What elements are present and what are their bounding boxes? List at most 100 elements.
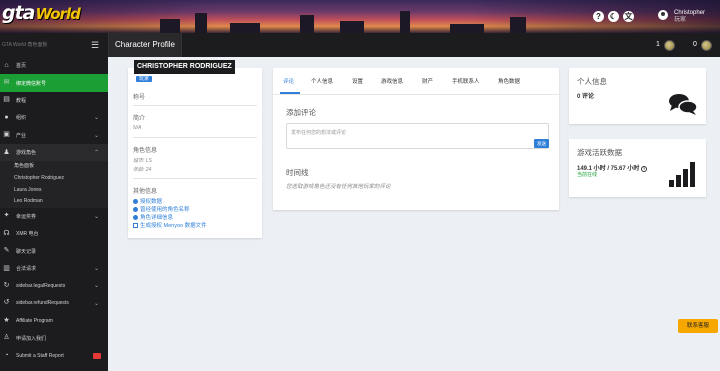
help-icon[interactable]: ?: [593, 11, 604, 22]
chat-icon: ✎: [3, 247, 10, 255]
char-info-label: 角色信息: [133, 148, 158, 154]
comment-count: 0 评论: [577, 94, 595, 100]
info-circle-icon: [133, 214, 138, 220]
divider: [133, 137, 257, 138]
user-menu[interactable]: Christopher 玩家: [674, 10, 705, 23]
contact-support-button[interactable]: 联系客服: [678, 319, 718, 333]
chevron-down-icon: ⌄: [93, 300, 99, 307]
radio-icon: ☊: [3, 229, 10, 237]
sidebar-subitem[interactable]: Laura Jones: [0, 184, 108, 197]
title-label: 称号: [133, 95, 146, 101]
sidebar-item-affiliate[interactable]: ★ Affiliate Program: [0, 312, 108, 329]
user-avatar[interactable]: [658, 10, 668, 20]
sidebar-item-legal[interactable]: ▥ 合法请求 ⌄: [0, 260, 108, 277]
character-name: CHRISTOPHER RODRIGUEZ: [134, 60, 235, 74]
tab-personal[interactable]: 个人信息: [311, 77, 333, 85]
city-value: 城市: LS: [133, 158, 152, 164]
online-status: 当前在线: [577, 172, 598, 178]
banner-building: [340, 21, 364, 33]
user-plus-icon: ♙: [3, 334, 10, 342]
other-info-label: 其他信息: [133, 189, 158, 195]
divider: [133, 105, 257, 106]
sidebar-item-characters[interactable]: ♟ 游戏角色 ⌃: [0, 143, 108, 162]
star-icon: ★: [3, 316, 10, 324]
sidebar-item-join[interactable]: ♙ 申请加入我们: [0, 329, 108, 346]
tab-phone-contacts[interactable]: 手机联系人: [452, 77, 480, 85]
token-icon[interactable]: [701, 40, 712, 51]
tab-comments[interactable]: 评论: [283, 77, 294, 85]
sidebar-item-tutorial[interactable]: ▤ 教程: [0, 92, 108, 109]
tab-bar: 评论 个人信息 设置 游戏信息 财产 手机联系人 角色数据: [273, 68, 559, 95]
tab-game-info[interactable]: 游戏信息: [381, 77, 403, 85]
tab-char-data[interactable]: 角色数据: [498, 77, 520, 85]
hamburger-menu-icon[interactable]: ☰: [90, 39, 100, 51]
sidebar-item-legal-requests[interactable]: ↻ sidebar.legalRequests ⌄: [0, 277, 108, 294]
help-icon[interactable]: ?: [641, 166, 648, 172]
personal-info-title: 个人信息: [577, 77, 607, 86]
comments-icon: [669, 94, 697, 115]
sidebar-subitem[interactable]: Leo Rodman: [0, 196, 108, 208]
moon-icon[interactable]: ☾: [608, 11, 619, 22]
sidebar-item-lottery[interactable]: ✦ 幸运奖券 ⌄: [0, 208, 108, 225]
coin-icon[interactable]: [664, 40, 675, 51]
info-circle-icon: [133, 206, 138, 212]
timeline-title: 时间线: [286, 168, 309, 177]
sidebar-item-refund-requests[interactable]: ↺ sidebar.refundRequests ⌄: [0, 295, 108, 312]
comments-card: 评论 个人信息 设置 游戏信息 财产 手机联系人 角色数据 添加评论 发布任何您…: [273, 68, 559, 210]
chevron-down-icon: ⌄: [93, 283, 99, 290]
age-value: 年龄: 24: [133, 167, 152, 173]
send-button[interactable]: 发送: [534, 139, 549, 148]
translate-icon[interactable]: 文: [623, 11, 634, 22]
signal-bars-icon: [669, 162, 695, 187]
chevron-down-icon: ⌄: [93, 115, 99, 122]
file-icon: [133, 222, 138, 228]
banner-building: [450, 24, 484, 33]
divider: [133, 178, 257, 179]
top-navbar: GTA World 角色面板 ☰ Character Profile 1 0: [0, 33, 720, 57]
personal-info-card: 个人信息 0 评论: [569, 68, 706, 124]
sidebar-item-wechat[interactable]: ✉ 绑定微信账号: [0, 74, 108, 92]
bar: [669, 180, 674, 187]
active-tab-indicator: [280, 92, 300, 94]
sidebar-subitem[interactable]: 角色面板: [0, 161, 108, 173]
building-icon: ▥: [3, 264, 10, 272]
character-card: CHRISTOPHER RODRIGUEZ 玩家 称号 简介 N/A 角色信息 …: [128, 60, 262, 238]
tab-property[interactable]: 财产: [422, 77, 433, 85]
link-auth-data[interactable]: 授权数据: [133, 197, 162, 205]
sidebar-subitem[interactable]: Christopher Rodriguez: [0, 172, 108, 185]
banner-building: [160, 19, 180, 33]
bar: [683, 169, 688, 187]
sidebar-item-chat[interactable]: ✎ 聊天记录: [0, 243, 108, 260]
header-banner: gtaWorld ? ☾ 文 Christopher 玩家: [0, 0, 720, 33]
site-logo[interactable]: gtaWorld: [2, 2, 81, 24]
tab-settings[interactable]: 设置: [352, 77, 363, 85]
link-past-names[interactable]: 曾经使用的角色名称: [133, 205, 190, 213]
book-icon: ▤: [3, 96, 10, 104]
activity-stats-card: 游戏活跃数据 149.1 小时 / 75.67 小时 ? 当前在线: [569, 139, 706, 197]
banner-building: [510, 17, 526, 33]
briefcase-icon: ▣: [3, 131, 10, 139]
link-char-details[interactable]: 角色详细信息: [133, 213, 173, 221]
sidebar-item-home[interactable]: ⌂ 首页: [0, 57, 108, 74]
sidebar-item-staff-report[interactable]: ◔ Submit a Staff Report: [0, 347, 108, 364]
sidebar: ⌂ 首页 ✉ 绑定微信账号 ▤ 教程 ● 组织 ⌄ ▣ 产业 ⌄ ♟ 游戏角色 ⌃ 角色面板 Ch…: [0, 57, 108, 371]
role-tag: 玩家: [136, 76, 153, 82]
sidebar-item-radio[interactable]: ☊ XMR 电台: [0, 225, 108, 242]
comment-input[interactable]: 发布任何您的想法或评论: [286, 123, 549, 149]
ticket-icon: ✦: [3, 212, 10, 220]
sidebar-item-property[interactable]: ▣ 产业 ⌄: [0, 127, 108, 144]
chevron-down-icon: ⌄: [93, 213, 99, 220]
activity-title: 游戏活跃数据: [577, 148, 622, 157]
chevron-down-icon: ⌄: [93, 265, 99, 272]
sidebar-item-organization[interactable]: ● 组织 ⌄: [0, 109, 108, 126]
home-icon: ⌂: [4, 61, 9, 69]
bio-label: 简介: [133, 116, 146, 122]
coin-count: 1: [656, 41, 660, 48]
page-title: Character Profile: [108, 33, 182, 57]
notification-badge: [93, 352, 101, 359]
user-icon: ♟: [3, 148, 10, 156]
bio-value: N/A: [133, 125, 142, 131]
banner-building: [400, 11, 410, 33]
app-root: gtaWorld ? ☾ 文 Christopher 玩家 GTA World 角…: [0, 0, 720, 371]
link-menyoo-file[interactable]: 生成授权 Menyoo 数据文件: [133, 221, 207, 229]
